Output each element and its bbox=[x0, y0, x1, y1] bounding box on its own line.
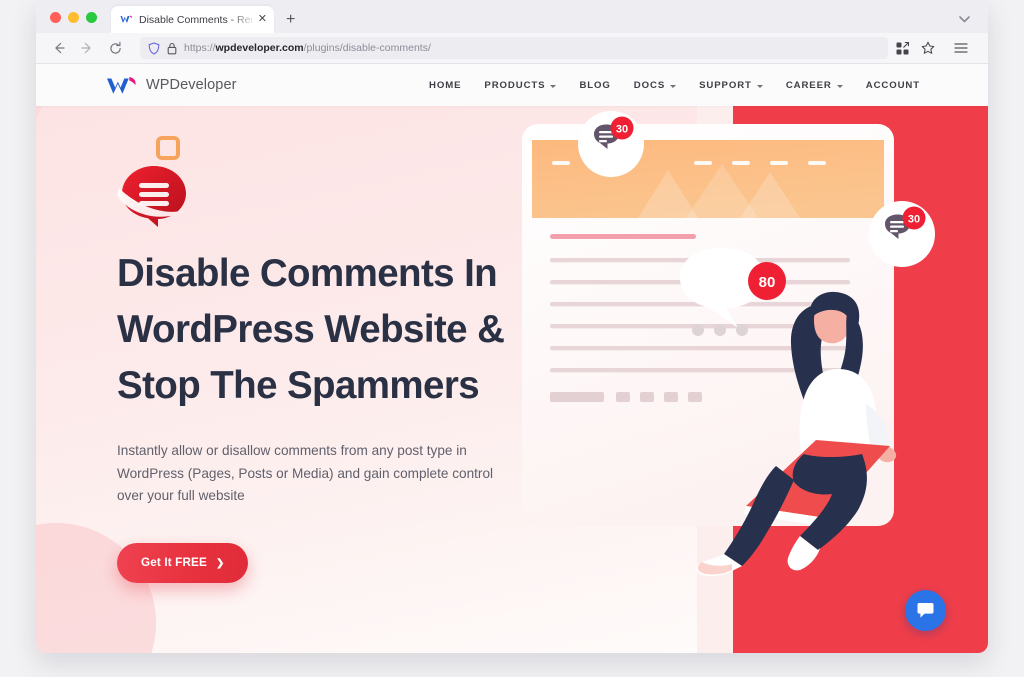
extensions-grid-glyph bbox=[896, 41, 909, 54]
nav-item-blog[interactable]: BLOG bbox=[579, 80, 610, 91]
nav-item-docs[interactable]: DOCS bbox=[633, 79, 677, 91]
badge-count-center: 80 bbox=[759, 274, 776, 291]
wpdeveloper-favicon-icon bbox=[120, 15, 133, 23]
browser-window: Disable Comments - Remove Co ✕ + bbox=[36, 0, 988, 653]
badge-count-top: 30 bbox=[616, 124, 628, 136]
arrow-right-icon bbox=[81, 42, 91, 54]
chevron-down-icon[interactable] bbox=[959, 14, 970, 26]
nav-label: BLOG bbox=[579, 79, 611, 91]
tab-close-icon[interactable]: ✕ bbox=[258, 14, 267, 25]
comment-bubble-icon bbox=[117, 166, 189, 227]
hamburger-icon bbox=[954, 43, 968, 53]
nav-label: PRODUCTS bbox=[484, 79, 546, 91]
arrow-right-icon: ❯ bbox=[215, 557, 225, 569]
get-it-free-button[interactable]: Get It FREE ❯ bbox=[117, 542, 249, 583]
nav-label: DOCS bbox=[633, 79, 666, 91]
nav-item-career[interactable]: CAREER bbox=[786, 80, 843, 91]
reload-button[interactable] bbox=[102, 36, 128, 60]
shield-icon bbox=[148, 41, 160, 55]
site-header: WPDeveloper HOME PRODUCTS BLOG DOCS SUPP… bbox=[36, 64, 988, 106]
hero-subheadline: Instantly allow or disallow comments fro… bbox=[117, 443, 494, 503]
badge-count-right: 30 bbox=[908, 214, 920, 226]
window-close-button[interactable] bbox=[50, 12, 61, 23]
site-logo[interactable]: WPDeveloper bbox=[106, 75, 237, 96]
site-brand-name: WPDeveloper bbox=[146, 77, 237, 93]
tab-strip: Disable Comments - Remove Co ✕ + bbox=[36, 0, 988, 33]
new-tab-button[interactable]: + bbox=[286, 12, 295, 28]
window-maximize-button[interactable] bbox=[86, 12, 97, 23]
comment-badge-top: 30 bbox=[578, 111, 644, 177]
chevron-down-icon bbox=[550, 84, 557, 88]
reload-icon bbox=[109, 41, 121, 54]
window-minimize-button[interactable] bbox=[68, 12, 79, 23]
hero-copy: Disable Comments In WordPress Website & … bbox=[117, 136, 537, 583]
chat-bubble-icon bbox=[917, 603, 934, 618]
back-button[interactable] bbox=[46, 36, 72, 60]
nav-item-products[interactable]: PRODUCTS bbox=[484, 79, 557, 91]
page-viewport: WPDeveloper HOME PRODUCTS BLOG DOCS SUPP… bbox=[36, 64, 988, 653]
nav-label: CAREER bbox=[785, 79, 832, 91]
browser-menu-button[interactable] bbox=[950, 37, 972, 59]
hero-headline: Disable Comments In WordPress Website & … bbox=[117, 252, 505, 407]
hero-section: Disable Comments In WordPress Website & … bbox=[36, 106, 988, 653]
chevron-down-glyph bbox=[959, 16, 970, 23]
nav-label: ACCOUNT bbox=[865, 79, 920, 91]
chevron-down-icon bbox=[836, 84, 843, 88]
lock-icon bbox=[167, 42, 177, 54]
chevron-down-icon bbox=[670, 84, 677, 88]
nav-item-home[interactable]: HOME bbox=[429, 80, 461, 91]
nav-label: HOME bbox=[429, 79, 462, 91]
address-bar[interactable]: https://wpdeveloper.com/plugins/disable-… bbox=[140, 37, 888, 59]
wpdeveloper-logo-icon bbox=[107, 76, 136, 94]
extensions-icon[interactable] bbox=[890, 37, 914, 59]
nav-label: SUPPORT bbox=[699, 79, 752, 91]
site-navigation: HOME PRODUCTS BLOG DOCS SUPPORT CAREER A… bbox=[429, 80, 920, 91]
browser-toolbar: https://wpdeveloper.com/plugins/disable-… bbox=[36, 33, 988, 64]
orange-square-icon bbox=[156, 136, 180, 160]
disable-comments-logo bbox=[117, 136, 197, 228]
address-bar-url: https://wpdeveloper.com/plugins/disable-… bbox=[184, 42, 431, 54]
forward-button[interactable] bbox=[74, 36, 100, 60]
bookmark-star-icon[interactable] bbox=[916, 37, 940, 59]
comment-badge-right: 30 bbox=[869, 201, 935, 267]
browser-tab-active[interactable]: Disable Comments - Remove Co ✕ bbox=[111, 6, 274, 33]
hero-illustration: 80 30 30 bbox=[518, 106, 978, 653]
browser-tab-title: Disable Comments - Remove Co bbox=[139, 13, 252, 26]
cta-label: Get It FREE bbox=[141, 556, 207, 570]
nav-item-account[interactable]: ACCOUNT bbox=[866, 80, 920, 91]
hero-illustration-svg: 80 30 30 bbox=[522, 111, 935, 577]
chevron-down-icon bbox=[756, 84, 763, 88]
chat-widget-button[interactable] bbox=[905, 590, 946, 631]
star-glyph bbox=[921, 41, 935, 54]
nav-item-support[interactable]: SUPPORT bbox=[699, 80, 763, 91]
arrow-left-icon bbox=[55, 42, 65, 54]
window-traffic-lights bbox=[36, 12, 97, 33]
